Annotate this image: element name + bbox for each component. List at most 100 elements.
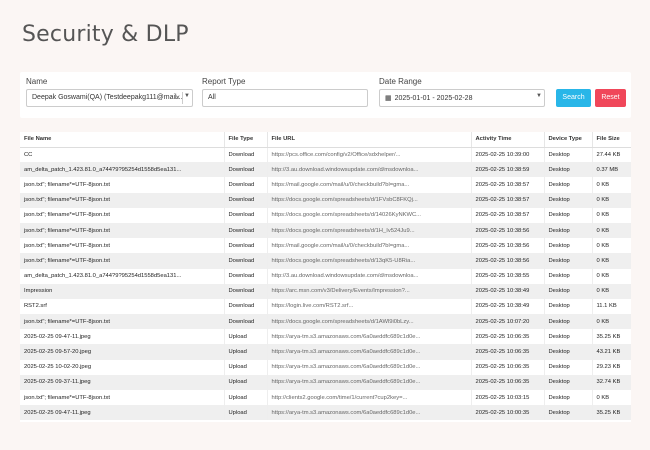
clear-icon[interactable]: ×: [175, 93, 180, 102]
table-row[interactable]: json.txt"; filename*=UTF-8json.txt Downlo…: [20, 238, 631, 254]
file-size-cell: 27.44 KB: [592, 147, 631, 163]
file-url-cell[interactable]: https://docs.google.com/spreadsheets/d/1…: [267, 314, 472, 330]
file-name-cell: json.txt"; filename*=UTF-8json.txt: [20, 222, 225, 239]
table-row[interactable]: CC Download https://pcs.office.com/config/…: [20, 147, 631, 163]
chevron-down-icon[interactable]: ▼: [536, 93, 542, 99]
file-type-cell: Upload: [224, 390, 268, 406]
file-url-cell[interactable]: https://arc.msn.com/v3/Delivery/Events/I…: [267, 283, 472, 299]
name-filter-label: Name: [26, 77, 48, 86]
file-type-cell: Download: [224, 177, 268, 193]
file-name-cell: json.txt"; filename*=UTF-8json.txt: [20, 192, 225, 208]
table-row[interactable]: am_delta_patch_1.423.81.0_a744?9?95254d1…: [20, 162, 631, 178]
date-range-label: Date Range: [379, 77, 422, 86]
device-type-cell: Desktop: [544, 268, 593, 284]
file-name-cell: am_delta_patch_1.423.81.0_a744?9?95254d1…: [20, 268, 225, 284]
file-size-cell: 11.1 KB: [592, 298, 631, 315]
activity-time-cell: 2025-02-25 10:39:00: [471, 147, 545, 163]
activity-time-cell: 2025-02-25 10:38:56: [471, 222, 545, 239]
device-type-cell: Desktop: [544, 192, 593, 208]
table-row[interactable]: 2025-02-25 10-02-20.jpeg Upload https://ar…: [20, 359, 631, 375]
col-activity-time-header[interactable]: Activity Time: [471, 132, 545, 148]
table-row[interactable]: json.txt"; filename*=UTF-8json.txt Downlo…: [20, 177, 631, 193]
table-row[interactable]: am_delta_patch_1.423.81.0_a744?9?95254d1…: [20, 268, 631, 284]
file-type-cell: Download: [224, 314, 268, 330]
col-file-size-header[interactable]: File Size: [592, 132, 631, 148]
file-name-cell: json.txt"; filename*=UTF-8json.txt: [20, 314, 225, 330]
file-size-cell: 0 KB: [592, 253, 631, 269]
table-row[interactable]: json.txt"; filename*=UTF-8json.txt Downlo…: [20, 192, 631, 208]
report-type-select[interactable]: All: [202, 89, 368, 107]
name-select[interactable]: Deepak Goswami(QA) (Testdeepakg111@mail.…: [26, 89, 193, 107]
activity-time-cell: 2025-02-25 10:38:49: [471, 283, 545, 299]
date-range-picker[interactable]: ▦ 2025-01-01 - 2025-02-28 ▼: [379, 89, 545, 107]
file-url-cell[interactable]: https://docs.google.com/spreadsheets/d/1…: [267, 207, 472, 223]
file-url-cell[interactable]: https://pcs.office.com/config/v2/Office/…: [267, 147, 472, 163]
file-type-cell: Upload: [224, 344, 268, 360]
device-type-cell: Desktop: [544, 238, 593, 254]
device-type-cell: Desktop: [544, 314, 593, 330]
file-type-cell: Download: [224, 283, 268, 299]
activity-time-cell: 2025-02-25 10:38:55: [471, 268, 545, 284]
file-name-cell: Impression: [20, 283, 225, 299]
filter-bar: Name Deepak Goswami(QA) (Testdeepakg111@…: [20, 72, 631, 118]
table-row[interactable]: json.txt"; filename*=UTF-8json.txt Downlo…: [20, 207, 631, 223]
device-type-cell: Desktop: [544, 405, 593, 421]
file-type-cell: Upload: [224, 329, 268, 345]
col-file-type-header[interactable]: File Type: [224, 132, 268, 148]
table-row[interactable]: json.txt"; filename*=UTF-8json.txt Downlo…: [20, 314, 631, 330]
file-url-cell[interactable]: https://arya-tm.s3.amazonaws.com/6a0aedd…: [267, 374, 472, 390]
file-url-cell[interactable]: https://mail.google.com/mail/u/0/checkbu…: [267, 238, 472, 254]
file-type-cell: Download: [224, 207, 268, 223]
activity-time-cell: 2025-02-25 10:03:15: [471, 390, 545, 406]
file-name-cell: CC: [20, 147, 225, 163]
table-row[interactable]: 2025-02-25 09-57-20.jpeg Upload https://ar…: [20, 344, 631, 360]
table-row[interactable]: json.txt"; filename*=UTF-8json.txt Downlo…: [20, 253, 631, 269]
file-name-cell: json.txt"; filename*=UTF-8json.txt: [20, 207, 225, 223]
activity-time-cell: 2025-02-25 10:38:56: [471, 238, 545, 254]
file-name-cell: json.txt"; filename*=UTF-8json.txt: [20, 253, 225, 269]
activity-time-cell: 2025-02-25 10:38:49: [471, 298, 545, 315]
table-row[interactable]: json.txt"; filename*=UTF-8json.txt Downlo…: [20, 222, 631, 239]
file-type-cell: Download: [224, 192, 268, 208]
file-size-cell: 43.21 KB: [592, 344, 631, 360]
file-type-cell: Download: [224, 222, 268, 239]
device-type-cell: Desktop: [544, 374, 593, 390]
file-type-cell: Upload: [224, 405, 268, 421]
reset-button[interactable]: Reset: [595, 89, 626, 107]
file-url-cell[interactable]: http://3.au.download.windowsupdate.com/d…: [267, 162, 472, 178]
col-device-type-header[interactable]: Device Type: [544, 132, 593, 148]
report-type-label: Report Type: [202, 77, 246, 86]
search-button[interactable]: Search: [556, 89, 591, 107]
file-url-cell[interactable]: https://login.live.com/RST2.srf...: [267, 298, 472, 315]
table-row[interactable]: 2025-02-25 09-37-11.jpeg Upload https://ar…: [20, 374, 631, 390]
file-size-cell: 32.74 KB: [592, 374, 631, 390]
file-url-cell[interactable]: https://docs.google.com/spreadsheets/d/1…: [267, 253, 472, 269]
file-size-cell: 0 KB: [592, 192, 631, 208]
table-row[interactable]: 2025-02-25 09-47-11.jpeg Upload https://ar…: [20, 329, 631, 345]
file-url-cell[interactable]: https://arya-tm.s3.amazonaws.com/6a0aedd…: [267, 329, 472, 345]
file-url-cell[interactable]: https://arya-tm.s3.amazonaws.com/6a0aedd…: [267, 344, 472, 360]
table-body: CC Download https://pcs.office.com/config/…: [20, 147, 631, 421]
file-url-cell[interactable]: http://clients2.google.com/time/1/curren…: [267, 390, 472, 406]
file-url-cell[interactable]: https://arya-tm.s3.amazonaws.com/6a0aedd…: [267, 359, 472, 375]
table-row[interactable]: Impression Download https://arc.msn.com/v3…: [20, 283, 631, 299]
file-url-cell[interactable]: http://3.au.download.windowsupdate.com/d…: [267, 268, 472, 284]
col-file-url-header[interactable]: File URL: [267, 132, 472, 148]
file-size-cell: 0 KB: [592, 314, 631, 330]
table-row[interactable]: RST2.srf Download https://login.live.com/R…: [20, 298, 631, 315]
activity-time-cell: 2025-02-25 10:06:35: [471, 374, 545, 390]
col-file-name-header[interactable]: File Name: [20, 132, 225, 148]
file-size-cell: 0 KB: [592, 390, 631, 406]
select-divider: [182, 92, 183, 104]
file-url-cell[interactable]: https://docs.google.com/spreadsheets/d/1…: [267, 222, 472, 239]
table-row[interactable]: json.txt"; filename*=UTF-8json.txt Upload…: [20, 390, 631, 406]
file-size-cell: 29.23 KB: [592, 359, 631, 375]
file-url-cell[interactable]: https://docs.google.com/spreadsheets/d/1…: [267, 192, 472, 208]
file-type-cell: Download: [224, 298, 268, 315]
file-type-cell: Upload: [224, 359, 268, 375]
page-title: Security & DLP: [22, 22, 189, 47]
file-url-cell[interactable]: https://arya-tm.s3.amazonaws.com/6a0aedd…: [267, 405, 472, 421]
chevron-down-icon[interactable]: ▼: [184, 93, 190, 99]
file-url-cell[interactable]: https://mail.google.com/mail/u/0/checkbu…: [267, 177, 472, 193]
table-row[interactable]: 2025-02-25 09-47-11.jpeg Upload https://ar…: [20, 405, 631, 421]
